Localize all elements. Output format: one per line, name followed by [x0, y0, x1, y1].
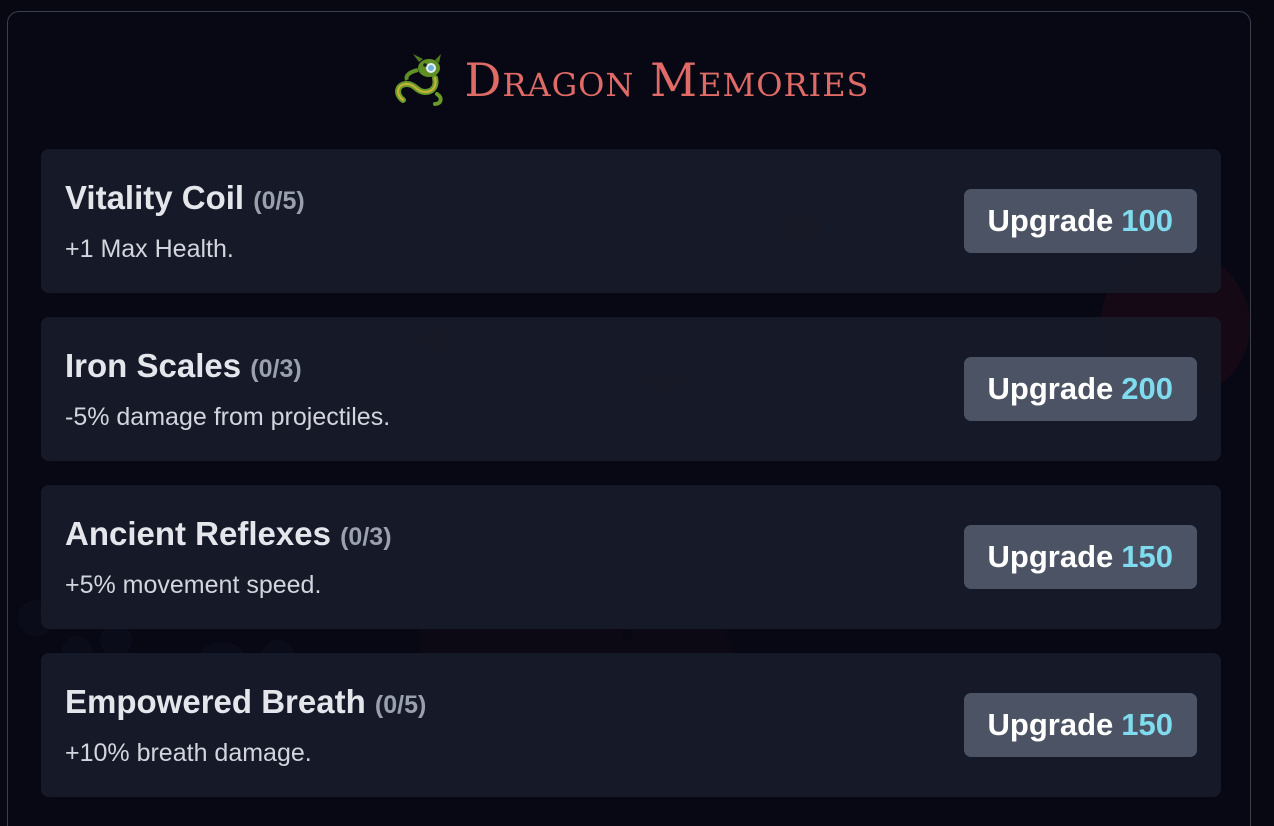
upgrade-cost: 150 — [1121, 539, 1173, 574]
upgrade-title: Vitality Coil (0/5) — [65, 179, 305, 217]
upgrade-title: Ancient Reflexes (0/3) — [65, 515, 392, 553]
game-scene: Dragon Memories Vitality Coil (0/5) +1 M… — [0, 0, 1274, 826]
upgrade-card-iron-scales: Iron Scales (0/3) -5% damage from projec… — [41, 317, 1221, 461]
upgrade-button-label: Upgrade — [987, 203, 1114, 238]
upgrade-level: (0/5) — [374, 691, 427, 719]
upgrade-level: (0/5) — [253, 187, 305, 215]
upgrade-card-vitality-coil: Vitality Coil (0/5) +1 Max Health. Upgra… — [41, 149, 1221, 293]
upgrade-description: +10% breath damage. — [65, 739, 312, 767]
panel-header: Dragon Memories — [8, 42, 1250, 118]
upgrade-button-label: Upgrade — [987, 539, 1114, 574]
panel-title: Dragon Memories — [464, 53, 870, 107]
upgrade-title: Empowered Breath (0/5) — [65, 683, 426, 721]
upgrade-cost: 200 — [1121, 371, 1173, 406]
upgrade-name: Iron Scales — [65, 347, 242, 384]
upgrade-button-label: Upgrade — [987, 707, 1114, 742]
upgrade-name: Ancient Reflexes — [65, 515, 331, 552]
upgrade-cost: 150 — [1121, 707, 1173, 742]
upgrade-card-empowered-breath: Empowered Breath (0/5) +10% breath damag… — [41, 653, 1221, 797]
upgrade-button[interactable]: Upgrade 150 — [963, 525, 1197, 589]
upgrade-button-label: Upgrade — [987, 371, 1114, 406]
upgrade-name: Vitality Coil — [65, 179, 245, 216]
upgrade-card-ancient-reflexes: Ancient Reflexes (0/3) +5% movement spee… — [41, 485, 1221, 629]
upgrade-level: (0/3) — [340, 523, 392, 551]
upgrade-button[interactable]: Upgrade 150 — [963, 693, 1197, 757]
upgrade-panel: Dragon Memories Vitality Coil (0/5) +1 M… — [7, 11, 1251, 826]
upgrade-level: (0/3) — [250, 355, 302, 383]
upgrade-description: +1 Max Health. — [65, 235, 234, 263]
upgrade-button[interactable]: Upgrade 200 — [963, 357, 1197, 421]
upgrade-name: Empowered Breath — [65, 683, 366, 720]
upgrade-title: Iron Scales (0/3) — [65, 347, 302, 385]
upgrade-button[interactable]: Upgrade 100 — [963, 189, 1197, 253]
upgrade-description: +5% movement speed. — [65, 571, 322, 599]
dragon-icon — [389, 50, 449, 110]
upgrade-cost: 100 — [1121, 203, 1173, 238]
upgrade-description: -5% damage from projectiles. — [65, 403, 391, 431]
